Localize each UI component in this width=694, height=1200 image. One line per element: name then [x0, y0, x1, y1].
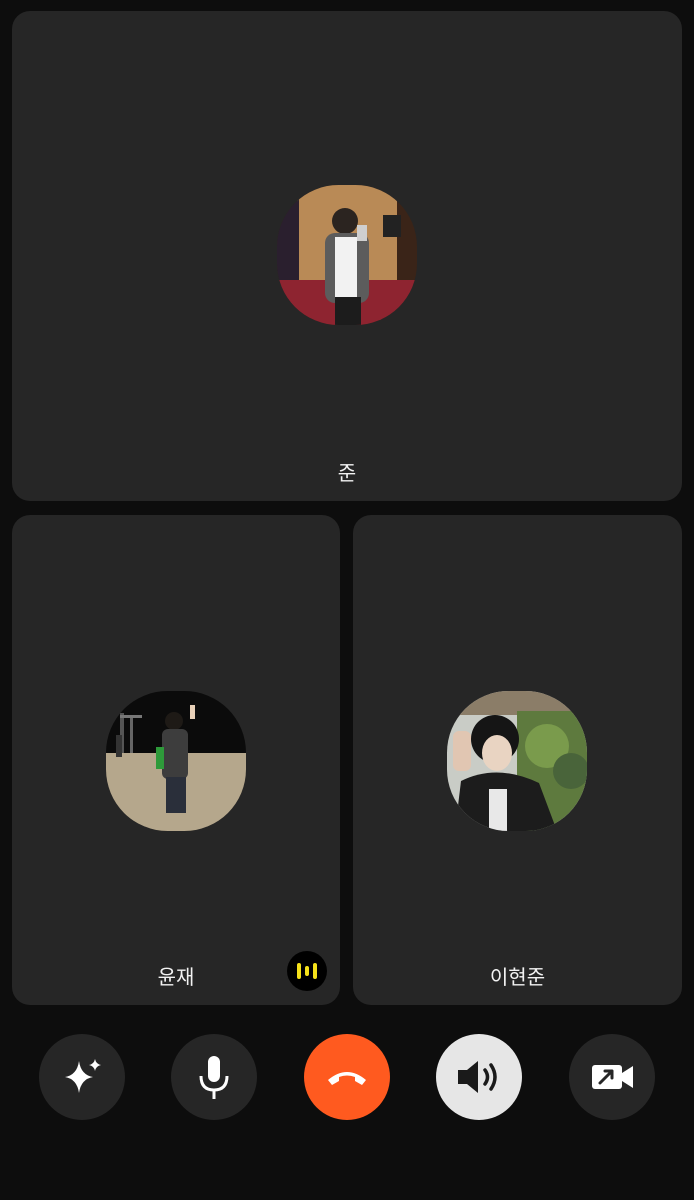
- video-button[interactable]: [569, 1034, 655, 1120]
- call-controls-bar: [0, 1034, 694, 1122]
- microphone-icon: [199, 1056, 229, 1099]
- participant-tile-jun[interactable]: 준: [12, 11, 682, 501]
- participant-avatar: [106, 691, 246, 831]
- microphone-button[interactable]: [171, 1034, 257, 1120]
- participant-name: 준: [337, 461, 357, 485]
- phone-hangup-icon: [328, 1072, 366, 1085]
- participant-name: 이현준: [489, 965, 546, 989]
- sparkle-icon: [65, 1059, 101, 1093]
- participant-tile-hyunjun[interactable]: 이현준: [353, 515, 682, 1005]
- participant-avatar: [277, 185, 417, 325]
- speaking-indicator-icon: [287, 951, 327, 991]
- participant-tile-yunjae[interactable]: 윤재: [12, 515, 340, 1005]
- participant-avatar: [447, 691, 587, 831]
- video-camera-icon: [592, 1065, 633, 1089]
- speaker-button[interactable]: [436, 1034, 522, 1120]
- end-call-button[interactable]: [304, 1034, 390, 1120]
- speaker-icon: [458, 1061, 497, 1093]
- effects-button[interactable]: [39, 1034, 125, 1120]
